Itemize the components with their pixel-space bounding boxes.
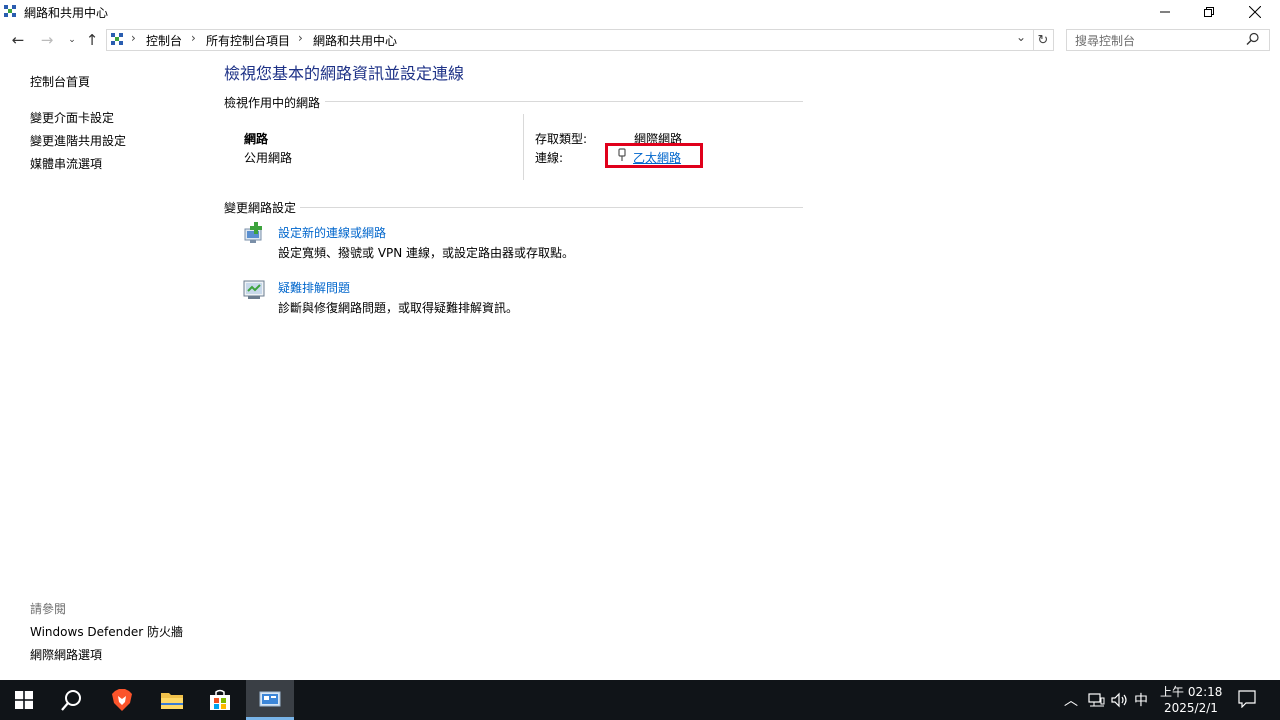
setup-new-connection-desc: 設定寬頻、撥號或 VPN 連線，或設定路由器或存取點。 [278, 246, 575, 260]
highlight-annotation [605, 143, 703, 168]
search-taskbar-button[interactable] [48, 680, 96, 720]
connections-label: 連線: [535, 151, 564, 165]
control-panel-home-link[interactable]: 控制台首頁 [30, 73, 90, 90]
new-connection-icon[interactable] [242, 221, 266, 245]
page-title: 檢視您基本的網路資訊並設定連線 [224, 64, 465, 83]
network-tray-icon[interactable] [1088, 692, 1106, 708]
media-streaming-options-link[interactable]: 媒體串流選項 [30, 155, 102, 172]
restore-button[interactable] [1186, 0, 1232, 24]
internet-options-link[interactable]: 網際網路選項 [30, 646, 102, 663]
control-panel-icon [111, 33, 123, 45]
forward-button[interactable]: → [37, 31, 57, 49]
search-placeholder: 搜尋控制台 [1075, 34, 1136, 48]
vertical-divider [523, 114, 524, 180]
network-center-icon [4, 5, 16, 17]
up-button[interactable]: ↑ [82, 31, 102, 49]
folder-icon [161, 693, 183, 709]
minimize-button[interactable] [1142, 0, 1188, 24]
troubleshoot-desc: 診斷與修復網路問題，或取得疑難排解資訊。 [278, 301, 519, 315]
see-also-heading: 請參閱 [30, 602, 67, 616]
title-bar [0, 0, 1280, 24]
setup-new-connection-link[interactable]: 設定新的連線或網路 [278, 224, 386, 241]
arrow-up-icon: ↑ [85, 31, 99, 49]
change-advanced-sharing-link[interactable]: 變更進階共用設定 [30, 132, 126, 149]
active-networks-heading: 檢視作用中的網路 [224, 96, 321, 110]
close-icon [1249, 6, 1261, 18]
store-icon [210, 689, 230, 710]
file-explorer-button[interactable] [148, 680, 196, 720]
network-profile: 公用網路 [244, 151, 293, 165]
change-settings-heading: 變更網路設定 [224, 201, 297, 215]
troubleshoot-link[interactable]: 疑難排解問題 [278, 279, 350, 296]
clock-time[interactable]: 上午 02:18 [1160, 683, 1222, 700]
change-adapter-settings-link[interactable]: 變更介面卡設定 [30, 109, 114, 126]
arrow-left-icon: ← [11, 31, 25, 49]
arrow-right-icon: → [40, 31, 54, 49]
firewall-link[interactable]: Windows Defender 防火牆 [30, 623, 183, 640]
access-type-label: 存取類型: [535, 132, 588, 146]
address-dropdown-icon[interactable]: ⌄ [1016, 30, 1026, 44]
volume-icon[interactable] [1111, 692, 1129, 708]
back-button[interactable]: ← [8, 31, 28, 49]
recent-locations-button[interactable]: ⌄ [62, 31, 82, 49]
section-divider [300, 207, 803, 208]
breadcrumb-control-panel[interactable]: 控制台 [146, 32, 182, 49]
clock-date[interactable]: 2025/2/1 [1164, 701, 1218, 715]
troubleshoot-icon[interactable] [242, 278, 266, 302]
minimize-icon [1160, 11, 1170, 13]
restore-icon [1204, 7, 1214, 17]
windows-icon [15, 691, 33, 709]
chevron-down-icon: ⌄ [68, 35, 76, 45]
store-button[interactable] [196, 680, 244, 720]
search-icon [61, 690, 81, 711]
search-icon[interactable] [1246, 32, 1260, 46]
control-panel-icon [259, 691, 281, 707]
brave-icon [112, 689, 132, 711]
breadcrumb-separator-icon[interactable]: › [131, 31, 136, 45]
breadcrumb-all-items[interactable]: 所有控制台項目 [206, 32, 290, 49]
close-button[interactable] [1232, 0, 1278, 24]
ime-indicator[interactable]: 中 [1134, 690, 1148, 710]
show-hidden-icons-chevron-icon[interactable]: ︿ [1064, 690, 1078, 710]
window-title: 網路和共用中心 [24, 6, 109, 20]
section-divider [325, 101, 803, 102]
breadcrumb-separator-icon[interactable]: › [298, 31, 303, 45]
breadcrumb-network-center[interactable]: 網路和共用中心 [313, 32, 397, 49]
refresh-icon: ↻ [1037, 32, 1049, 48]
network-name: 網路 [244, 132, 269, 146]
breadcrumb-separator-icon[interactable]: › [191, 31, 196, 45]
brave-browser-button[interactable] [98, 680, 146, 720]
refresh-button[interactable]: ↻ [1033, 29, 1054, 51]
start-button[interactable] [0, 680, 48, 720]
notification-icon[interactable] [1238, 690, 1256, 708]
